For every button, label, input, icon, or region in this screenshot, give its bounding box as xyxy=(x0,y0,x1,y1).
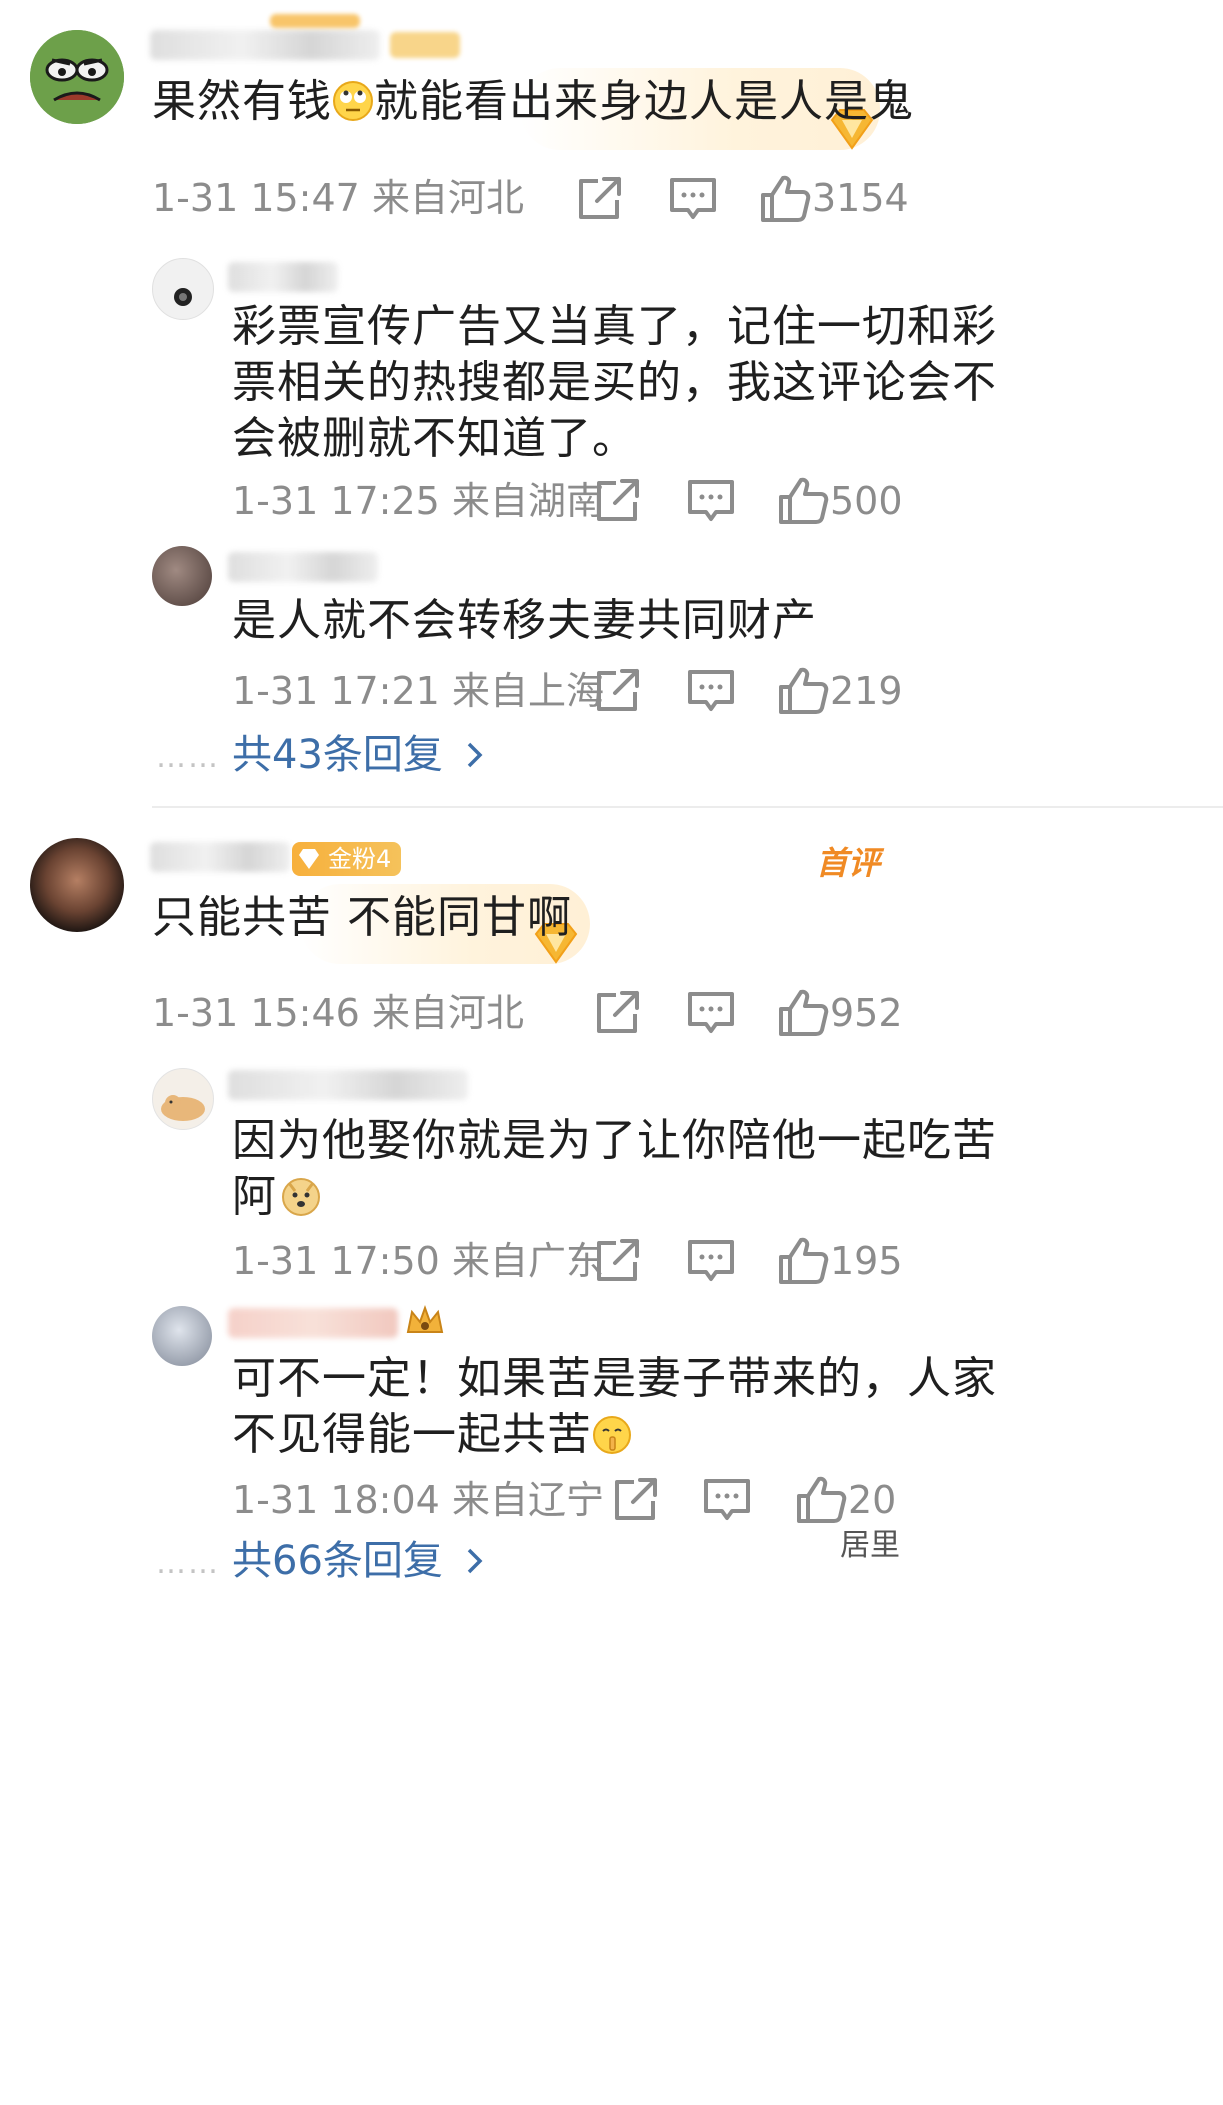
like-count: 195 xyxy=(830,1239,903,1283)
comment-icon[interactable] xyxy=(700,1473,754,1527)
comment-location: 来自河北 xyxy=(371,176,524,220)
like-count: 500 xyxy=(830,479,903,523)
reply-text: 彩票宣传广告又当真了，记住一切和彩 票相关的热搜都是买的，我这评论会不 会被删就… xyxy=(232,301,997,464)
reply-username-blurred[interactable] xyxy=(228,1070,468,1100)
like-count: 20 xyxy=(848,1478,897,1522)
reply-time: 1-31 17:25 来自湖南 xyxy=(232,479,604,523)
comment-icon[interactable] xyxy=(684,986,738,1040)
comment-icon[interactable] xyxy=(684,1234,738,1288)
reply-time: 1-31 18:04 来自辽宁 xyxy=(232,1478,604,1522)
repost-icon[interactable] xyxy=(590,986,644,1040)
comment-icon[interactable] xyxy=(684,474,738,528)
like-icon[interactable] xyxy=(776,664,830,718)
chevron-right-icon xyxy=(467,742,483,768)
like-icon[interactable] xyxy=(794,1473,848,1527)
comment-icon[interactable] xyxy=(666,172,720,226)
reply-text: 因为他娶你就是为了让你陪他一起吃苦 阿 xyxy=(232,1115,997,1222)
emoji-doge-icon xyxy=(281,1166,321,1216)
comment-time: 1-31 15:47 来自河北 xyxy=(152,176,524,220)
avatar[interactable] xyxy=(30,838,124,932)
top-tag-blurred xyxy=(270,14,360,28)
like-count: 3154 xyxy=(812,176,909,220)
username-blurred[interactable] xyxy=(150,842,290,872)
like-icon[interactable] xyxy=(776,1234,830,1288)
reply-time: 1-31 17:50 来自广东 xyxy=(232,1239,604,1283)
camera-avatar-icon xyxy=(174,288,192,306)
reply-avatar[interactable] xyxy=(152,1306,212,1366)
more-replies-link[interactable]: 共43条回复 xyxy=(232,730,486,780)
reply-text: 是人就不会转移夫妻共同财产 xyxy=(232,595,817,646)
reply-avatar[interactable] xyxy=(152,258,214,320)
chevron-right-icon xyxy=(467,1548,483,1574)
member-crown-icon xyxy=(404,1304,446,1340)
comment-text: 果然有钱 就能看出来身边人是人是鬼 xyxy=(152,66,913,138)
comment-icon[interactable] xyxy=(684,664,738,718)
username-badge-blurred xyxy=(390,32,460,58)
first-comment-tag: 首评 xyxy=(816,844,881,882)
reply-avatar[interactable] xyxy=(152,546,212,606)
repost-icon[interactable] xyxy=(590,664,644,718)
comment-text: 只能共苦 不能同甘啊 xyxy=(152,892,572,943)
reply-username-blurred[interactable] xyxy=(228,552,378,582)
repost-icon[interactable] xyxy=(590,1234,644,1288)
repost-icon[interactable] xyxy=(608,1473,662,1527)
reply-text: 可不一定！如果苦是妻子带来的，人家 不见得能一起共苦 xyxy=(232,1353,997,1460)
avatar[interactable] xyxy=(30,30,124,124)
repost-icon[interactable] xyxy=(572,172,626,226)
watermark: 居里 xyxy=(840,1528,900,1563)
reply-time: 1-31 17:21 来自上海 xyxy=(232,669,604,713)
more-dots: …… xyxy=(156,740,220,775)
more-dots: …… xyxy=(156,1546,220,1581)
fan-badge-icon xyxy=(296,846,322,872)
reply-avatar[interactable] xyxy=(152,1068,214,1130)
like-icon[interactable] xyxy=(776,986,830,1040)
like-icon[interactable] xyxy=(776,474,830,528)
emoji-shush-icon xyxy=(592,1404,632,1454)
reply-username-blurred[interactable] xyxy=(228,1308,398,1338)
comment-divider xyxy=(152,806,1223,808)
repost-icon[interactable] xyxy=(590,474,644,528)
reply-username-blurred[interactable] xyxy=(228,262,338,292)
comment-time: 1-31 15:46 来自河北 xyxy=(152,991,524,1035)
like-icon[interactable] xyxy=(758,172,812,226)
cat-avatar-icon xyxy=(161,1095,205,1121)
more-replies-link[interactable]: 共66条回复 xyxy=(232,1536,486,1586)
frog-avatar-icon xyxy=(30,30,124,124)
like-count: 952 xyxy=(830,991,903,1035)
like-count: 219 xyxy=(830,669,903,713)
username-blurred[interactable] xyxy=(150,30,380,60)
emoji-eyeroll-icon xyxy=(332,72,374,121)
